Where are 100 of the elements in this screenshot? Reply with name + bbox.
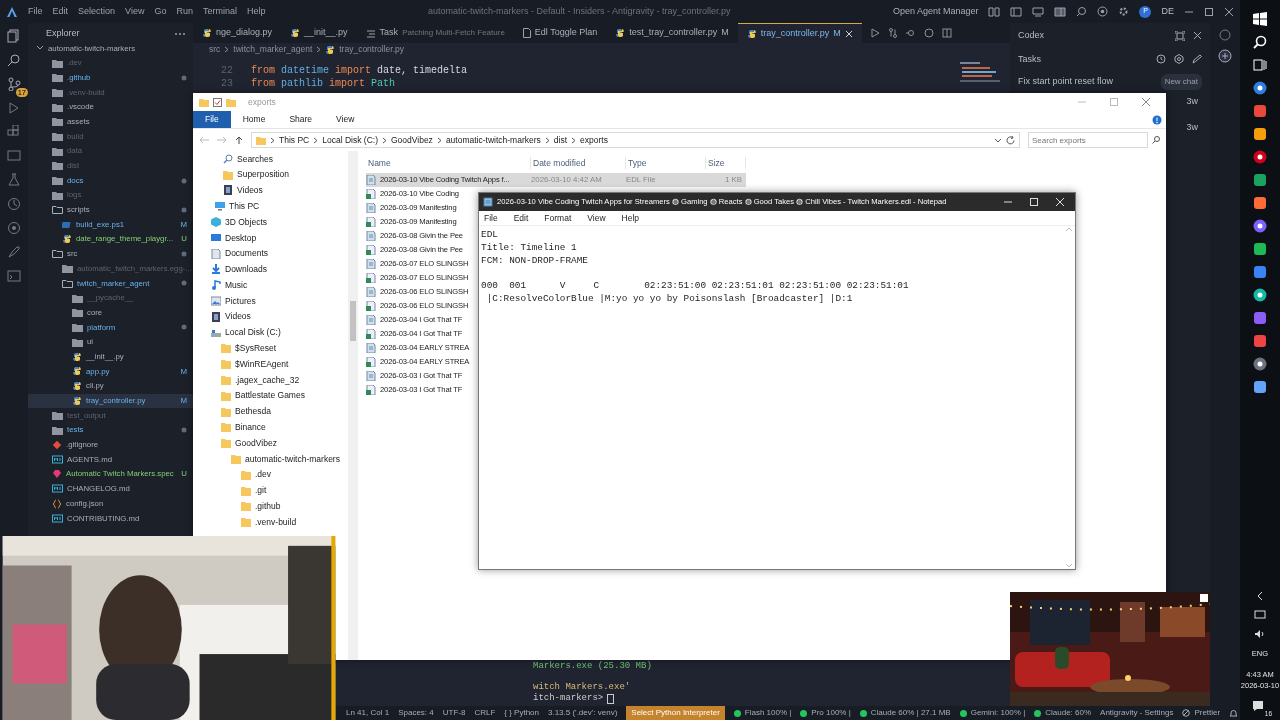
ribbon-tab[interactable]: Share (277, 111, 325, 128)
app-icon[interactable] (1253, 357, 1267, 371)
search-field[interactable]: Search exports (1028, 132, 1148, 148)
app-icon[interactable] (1253, 288, 1267, 302)
layout-icon[interactable] (1032, 6, 1045, 17)
dropdown-icon[interactable] (994, 136, 1002, 144)
column-header[interactable]: Date modified (531, 156, 626, 170)
nav-item[interactable]: Music (193, 277, 348, 294)
nav-item[interactable]: Superposition (193, 166, 348, 183)
app-icon[interactable] (1253, 196, 1267, 210)
help-icon[interactable] (1152, 114, 1162, 125)
column-header[interactable]: Type (626, 156, 706, 170)
properties-icon[interactable] (213, 97, 222, 107)
search-icon[interactable] (1253, 35, 1267, 49)
agent-manager-link[interactable]: Open Agent Manager (892, 4, 979, 19)
files-icon[interactable] (7, 29, 21, 43)
app-icon[interactable] (1253, 150, 1267, 164)
nav-item[interactable]: GoodVibez (193, 435, 348, 452)
nav-item[interactable]: .dev (193, 466, 348, 483)
source-control-icon[interactable] (7, 77, 21, 91)
status-item[interactable]: UTF-8 (442, 707, 466, 719)
menu-item[interactable]: File (28, 4, 43, 19)
more-icon[interactable] (175, 32, 185, 36)
nav-item[interactable]: Binance (193, 419, 348, 436)
breadcrumb-item[interactable]: GoodVibez (390, 133, 433, 147)
status-item[interactable]: { } Python (504, 707, 539, 719)
nav-item[interactable]: 3D Objects (193, 214, 348, 230)
editor-tab[interactable]: nge_dialog.py (193, 23, 282, 43)
menu-item[interactable]: Edit (513, 211, 529, 225)
editor-tab[interactable]: Edl Toggle Plan (513, 23, 607, 43)
app-icon[interactable] (1253, 380, 1267, 394)
breadcrumb-item[interactable]: twitch_marker_agent (233, 43, 313, 56)
status-item[interactable]: Spaces: 4 (398, 707, 434, 719)
menu-item[interactable]: Edit (52, 4, 69, 19)
breadcrumb-item[interactable]: dist (553, 133, 568, 147)
menu-item[interactable]: Selection (78, 4, 116, 19)
app-icon[interactable] (1253, 219, 1267, 233)
timeline-icon[interactable] (7, 197, 21, 211)
extensions-icon[interactable] (7, 125, 21, 139)
nav-item[interactable]: Documents (193, 245, 348, 262)
nav-item[interactable]: Downloads (193, 261, 348, 278)
refresh-icon[interactable] (1006, 135, 1015, 145)
nav-item[interactable]: Local Disk (C:) (193, 324, 348, 341)
search-icon[interactable] (7, 53, 21, 67)
play-icon[interactable] (7, 101, 21, 115)
address-bar[interactable]: This PC Local Disk (C:) GoodVibez automatic-twitch-markers dist exports (251, 132, 1020, 148)
flask-icon[interactable] (7, 173, 21, 187)
nav-item[interactable]: Bethesda (193, 403, 348, 420)
editor-tab[interactable]: tray_controller.py M (737, 23, 862, 43)
nav-item[interactable]: automatic-twitch-markers (193, 451, 348, 467)
menu-item[interactable]: Go (154, 4, 167, 19)
app-icon[interactable] (1253, 127, 1267, 141)
nav-item[interactable]: .venv-build (193, 514, 348, 531)
status-item[interactable]: Pro 100% | (800, 707, 851, 719)
breadcrumb-item[interactable]: tray_controller.py (339, 43, 404, 56)
compare-icon[interactable] (887, 28, 898, 38)
pencil-icon[interactable] (1192, 54, 1202, 65)
layout-icon[interactable] (1010, 6, 1023, 17)
breadcrumb-item[interactable]: automatic-twitch-markers (445, 133, 541, 147)
status-item[interactable]: Antigravity - Settings (1100, 707, 1174, 719)
scrollbar-thumb[interactable] (350, 301, 356, 341)
close-icon[interactable] (1224, 6, 1234, 17)
speaker-icon[interactable] (1254, 629, 1266, 640)
status-item[interactable]: Gemini: 100% | (959, 707, 1026, 719)
nav-item[interactable]: This PC (193, 198, 348, 215)
nav-item[interactable]: $WinREAgent (193, 356, 348, 373)
ribbon-tab[interactable]: Home (230, 111, 278, 128)
status-item[interactable]: 3.13.5 ('.dev': venv) (548, 707, 618, 719)
menu-item[interactable]: View (587, 211, 606, 225)
globe-icon[interactable] (1097, 6, 1109, 17)
status-item[interactable]: Ln 41, Col 1 (346, 707, 390, 719)
layout-icon[interactable] (988, 6, 1001, 17)
nav-item[interactable]: Searches (193, 151, 348, 167)
status-item[interactable]: Flash 100% | (733, 707, 792, 719)
app-icon[interactable] (1253, 242, 1267, 256)
breadcrumb-item[interactable]: src (209, 43, 221, 56)
nav-item[interactable]: .jagex_cache_32 (193, 372, 348, 388)
breadcrumb-item[interactable]: This PC (279, 133, 310, 147)
menu-item[interactable]: Run (176, 4, 193, 19)
history-icon[interactable] (1156, 54, 1166, 65)
menu-item[interactable]: Help (621, 211, 640, 225)
profile-label[interactable]: DE (1161, 4, 1174, 19)
status-item[interactable]: Claude 60% | 27.1 MB (859, 707, 951, 719)
ribbon-tab[interactable]: File (193, 111, 231, 128)
editor-tab[interactable]: Task Patching Multi-Fetch Feature (356, 23, 514, 43)
nav-item[interactable]: Videos (193, 182, 348, 199)
app-icon[interactable] (1253, 81, 1267, 95)
column-header[interactable]: Size (706, 156, 746, 170)
split-editor-icon[interactable] (941, 28, 952, 38)
menu-item[interactable]: Help (246, 4, 266, 19)
editor-tab[interactable]: __init__.py (281, 23, 357, 43)
nav-item[interactable]: Desktop (193, 230, 348, 246)
menu-item[interactable]: Terminal (202, 4, 237, 19)
menu-item[interactable]: View (125, 4, 145, 19)
status-item[interactable]: CRLF (474, 707, 496, 719)
nav-item[interactable]: Pictures (193, 293, 348, 309)
task-view-icon[interactable] (1253, 58, 1267, 72)
run-icon[interactable] (869, 28, 880, 38)
chat-icon[interactable] (1218, 49, 1232, 63)
menu-item[interactable]: Format (544, 211, 572, 225)
